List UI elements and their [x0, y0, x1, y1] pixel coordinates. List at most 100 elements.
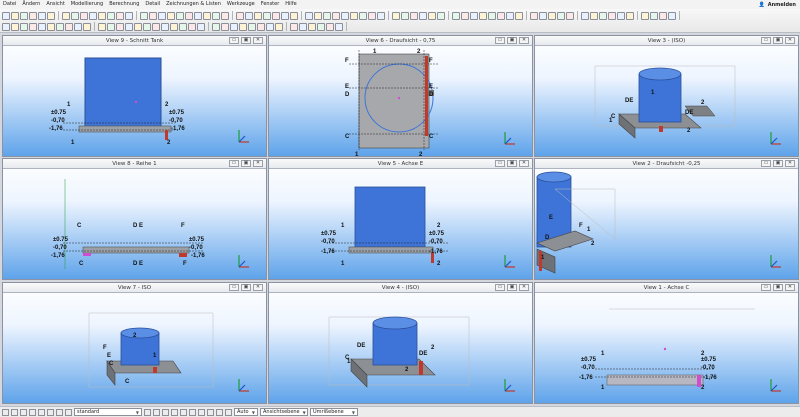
tool-icon[interactable]: [428, 11, 436, 20]
menu-ansicht[interactable]: Ansicht: [43, 0, 67, 9]
pan-icon[interactable]: [47, 408, 54, 416]
rotate-icon[interactable]: [38, 408, 45, 416]
minimize-icon[interactable]: ▭: [761, 160, 771, 167]
tool-icon[interactable]: [281, 11, 289, 20]
viewport-view-8[interactable]: View 8 - Reihe 1 ▭ ▣ ✕ C D E F ±0.75 -0,70…: [2, 158, 267, 280]
tool-icon[interactable]: [530, 11, 538, 20]
tool-icon[interactable]: [143, 22, 151, 31]
tool-icon[interactable]: [470, 11, 478, 20]
viewport-view-4[interactable]: View 4 - (ISO) ▭ ▣ ✕ DE C 1 DE 2 2: [268, 282, 533, 404]
model-scene[interactable]: DE C 1 DE 2 2: [269, 293, 533, 404]
tool-icon[interactable]: [98, 22, 106, 31]
tool-icon[interactable]: [479, 11, 487, 20]
snap-mid-icon[interactable]: [162, 408, 169, 416]
standard-select[interactable]: standard ▼: [74, 408, 142, 416]
tool-icon[interactable]: [245, 11, 253, 20]
tool-icon[interactable]: [275, 22, 283, 31]
grid-icon[interactable]: [2, 408, 9, 416]
restore-icon[interactable]: ▣: [773, 37, 783, 44]
tool-icon[interactable]: [641, 11, 649, 20]
model-scene[interactable]: DE 1 C 1 DE 2 2: [535, 46, 799, 157]
restore-icon[interactable]: ▣: [507, 37, 517, 44]
tool-icon[interactable]: [20, 11, 28, 20]
tool-icon[interactable]: [248, 22, 256, 31]
tool-icon[interactable]: [497, 11, 505, 20]
tool-icon[interactable]: [254, 11, 262, 20]
tool-icon[interactable]: [11, 11, 19, 20]
tool-icon[interactable]: [29, 11, 37, 20]
tool-icon[interactable]: [566, 11, 574, 20]
minimize-icon[interactable]: ▭: [761, 37, 771, 44]
tool-icon[interactable]: [488, 11, 496, 20]
tool-icon[interactable]: [506, 11, 514, 20]
tool-icon[interactable]: [203, 11, 211, 20]
tool-icon[interactable]: [2, 22, 10, 31]
model-scene[interactable]: ±0.75 -0,70 -1,76 ±0.75 -0,70 -1,76 1 2 …: [269, 169, 533, 280]
restore-icon[interactable]: ▣: [773, 284, 783, 291]
tool-icon[interactable]: [125, 11, 133, 20]
tool-icon[interactable]: [65, 22, 73, 31]
menu-modellierung[interactable]: Modellierung: [68, 0, 106, 9]
restore-icon[interactable]: ▣: [507, 284, 517, 291]
close-icon[interactable]: ✕: [519, 160, 529, 167]
snap-plane-select[interactable]: Umrißebene ▼: [310, 408, 358, 416]
close-icon[interactable]: ✕: [519, 37, 529, 44]
tool-icon[interactable]: [107, 11, 115, 20]
tool-icon[interactable]: [89, 11, 97, 20]
tool-icon[interactable]: [125, 22, 133, 31]
tool-icon[interactable]: [236, 11, 244, 20]
tool-icon[interactable]: [608, 11, 616, 20]
minimize-icon[interactable]: ▭: [495, 160, 505, 167]
tool-icon[interactable]: [359, 11, 367, 20]
menu-fenster[interactable]: Fenster: [258, 0, 283, 9]
tool-icon[interactable]: [272, 11, 280, 20]
viewport-view-3[interactable]: View 3 - (ISO) ▭ ▣ ✕ DE 1 C 1 DE 2 2: [534, 35, 799, 157]
tool-icon[interactable]: [557, 11, 565, 20]
tool-icon[interactable]: [188, 22, 196, 31]
tool-icon[interactable]: [290, 22, 298, 31]
menu-aendern[interactable]: Ändern: [19, 0, 43, 9]
menu-hilfe[interactable]: Hilfe: [282, 0, 299, 9]
tool-icon[interactable]: [62, 11, 70, 20]
tool-icon[interactable]: [437, 11, 445, 20]
tool-icon[interactable]: [590, 11, 598, 20]
tool-icon[interactable]: [419, 11, 427, 20]
tool-icon[interactable]: [239, 22, 247, 31]
close-icon[interactable]: ✕: [785, 160, 795, 167]
tool-icon[interactable]: [221, 11, 229, 20]
tool-icon[interactable]: [314, 11, 322, 20]
tool-icon[interactable]: [548, 11, 556, 20]
select-icon[interactable]: [20, 408, 27, 416]
close-icon[interactable]: ✕: [519, 284, 529, 291]
tool-icon[interactable]: [134, 22, 142, 31]
tool-icon[interactable]: [410, 11, 418, 20]
snap-end-icon[interactable]: [153, 408, 160, 416]
snap-center-icon[interactable]: [171, 408, 178, 416]
tool-icon[interactable]: [83, 22, 91, 31]
axis-icon[interactable]: [11, 408, 18, 416]
tool-icon[interactable]: [452, 11, 460, 20]
tool-icon[interactable]: [11, 22, 19, 31]
tool-icon[interactable]: [20, 22, 28, 31]
tool-icon[interactable]: [335, 22, 343, 31]
close-icon[interactable]: ✕: [785, 284, 795, 291]
account-area[interactable]: 👤 Anmelden: [758, 2, 800, 8]
tool-icon[interactable]: [98, 11, 106, 20]
snap-icon[interactable]: [56, 408, 63, 416]
tool-icon[interactable]: [176, 11, 184, 20]
tool-icon[interactable]: [392, 11, 400, 20]
restore-icon[interactable]: ▣: [507, 160, 517, 167]
tool-icon[interactable]: [599, 11, 607, 20]
tool-icon[interactable]: [350, 11, 358, 20]
tool-icon[interactable]: [149, 11, 157, 20]
viewport-view-2[interactable]: View 2 - Draufsicht -0,25 ▭ ▣ ✕ F 1 E D 1 …: [534, 158, 799, 280]
tool-icon[interactable]: [461, 11, 469, 20]
viewport-view-1[interactable]: View 1 - Achse C ▭ ▣ ✕ ±0.75 -0,70 -1,76 ±…: [534, 282, 799, 404]
viewport-view-6[interactable]: View 6 - Draufsicht - 0,75 ▭ ▣ ✕ 1 2 F F E…: [268, 35, 533, 157]
model-scene[interactable]: ±0.75 -0,70 -1,76 ±0.75 -0,70 -1,76 1 2 …: [535, 293, 799, 404]
tool-icon[interactable]: [305, 11, 313, 20]
tool-icon[interactable]: [170, 22, 178, 31]
restore-icon[interactable]: ▣: [241, 37, 251, 44]
tool-icon[interactable]: [659, 11, 667, 20]
tool-icon[interactable]: [617, 11, 625, 20]
